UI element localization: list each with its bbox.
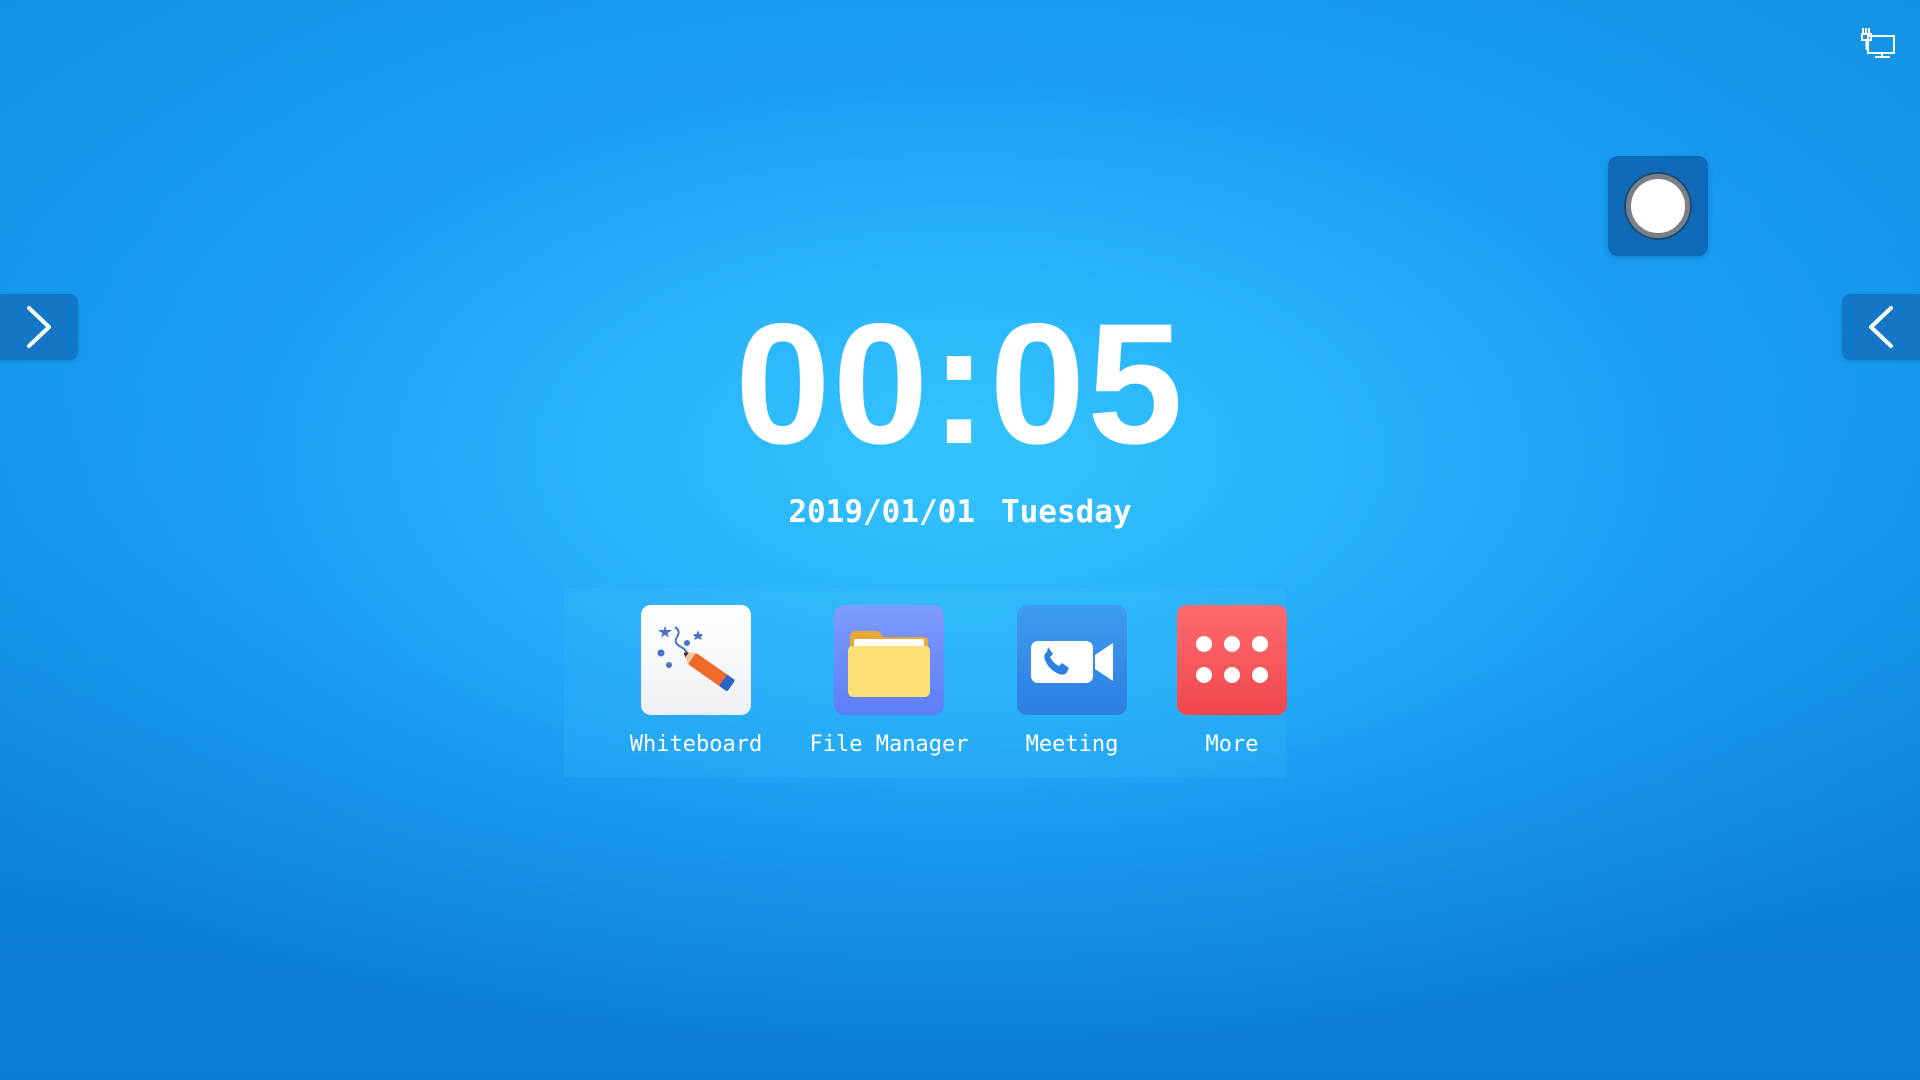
floating-record-widget[interactable]: [1608, 156, 1708, 256]
app-label: File Manager: [809, 732, 969, 757]
app-file-manager[interactable]: File Manager: [799, 605, 979, 765]
app-more[interactable]: More: [1142, 605, 1322, 765]
date-line: 2019/01/01 Tuesday: [0, 490, 1920, 534]
clock-time: 00:05: [735, 288, 1185, 480]
app-meeting[interactable]: Meeting: [982, 605, 1162, 765]
app-label: Whiteboard: [629, 732, 763, 757]
folder-icon: [834, 605, 944, 715]
clock-date: 2019/01/01: [788, 494, 975, 530]
dots-grid-icon: [1177, 605, 1287, 715]
video-call-icon: [1017, 605, 1127, 715]
whiteboard-pencil-icon: [641, 605, 751, 715]
app-label: Meeting: [1025, 732, 1119, 757]
ethernet-network-icon[interactable]: [1860, 26, 1896, 60]
app-label: More: [1205, 732, 1259, 757]
app-whiteboard[interactable]: Whiteboard: [606, 605, 786, 765]
record-circle-icon: [1626, 174, 1690, 238]
clock-weekday: Tuesday: [1000, 494, 1132, 530]
